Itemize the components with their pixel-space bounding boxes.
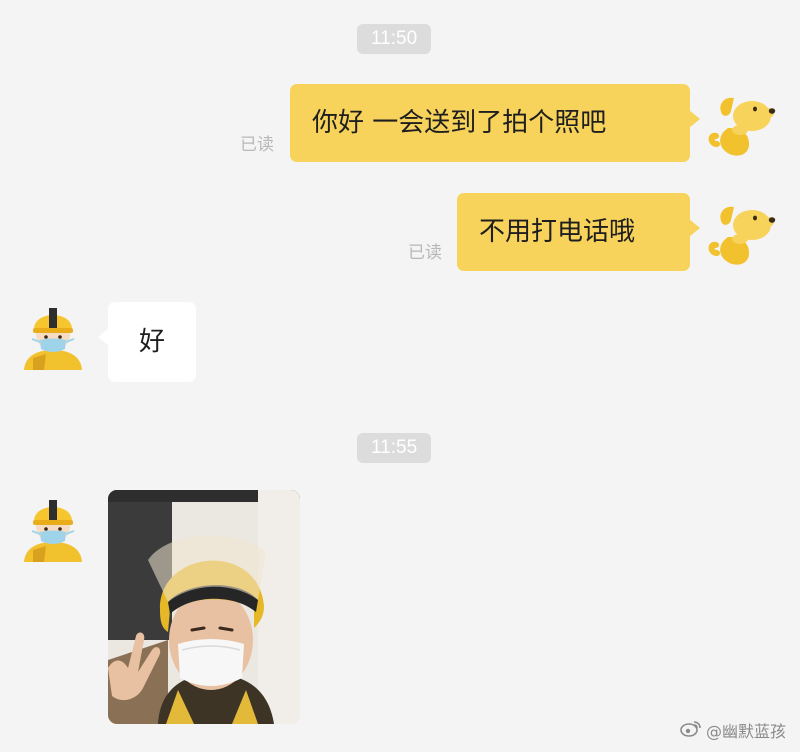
timestamp-text: 11:50 [371,28,418,49]
yellow-dog-mascot-icon[interactable] [708,92,778,162]
read-status: 已读 [240,135,274,155]
read-status: 已读 [408,243,442,263]
watermark: @幽默蓝孩 [680,718,786,742]
weibo-icon [680,719,702,741]
incoming-message-bubble[interactable]: 好 [98,302,196,382]
message-text: 不用打电话哦 [479,217,636,247]
rider-helmet-mask-icon[interactable] [18,492,88,562]
timestamp-pill: 11:55 [357,433,432,463]
message-text: 你好 一会送到了拍个照吧 [312,108,607,138]
rider-helmet-mask-icon[interactable] [18,300,88,370]
rider-selfie-photo [108,490,300,724]
yellow-dog-mascot-icon[interactable] [708,201,778,271]
watermark-text: @幽默蓝孩 [705,722,786,741]
timestamp-text: 11:55 [371,437,418,458]
outgoing-message-bubble[interactable]: 不用打电话哦 [457,193,700,271]
outgoing-message-bubble[interactable]: 你好 一会送到了拍个照吧 [290,84,700,162]
timestamp-pill: 11:50 [357,24,432,54]
photo-message[interactable] [108,490,300,724]
message-text: 好 [138,327,165,357]
